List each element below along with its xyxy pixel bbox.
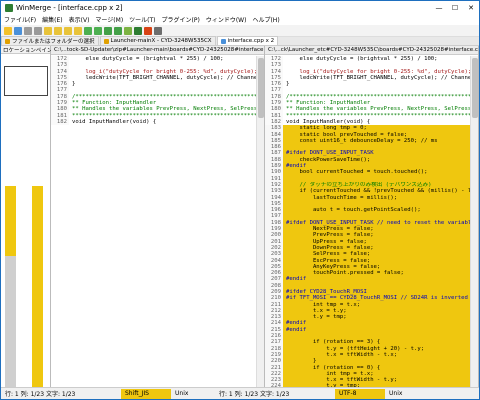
tab-interface-cpp[interactable]: interface.cpp x 2 xyxy=(216,36,279,45)
right-file-path: C:\...ck\Launcher_etc#CYD-3248W535C\boar… xyxy=(265,46,478,55)
left-eol[interactable]: Unix xyxy=(171,389,215,399)
menu-file[interactable]: ファイル(F) xyxy=(1,15,39,24)
menu-help[interactable]: ヘルプ(H) xyxy=(249,15,282,24)
right-scrollbar[interactable] xyxy=(470,56,478,387)
left-pane[interactable]: C:\...tock-SD-Updater\zip#Launcher-main\… xyxy=(51,46,265,387)
next-diff-icon[interactable] xyxy=(64,26,72,35)
prev-diff-icon[interactable] xyxy=(54,26,62,35)
menu-bar: ファイル(F) 編集(E) 表示(V) マージ(M) ツール(T) プラグイン(… xyxy=(1,14,479,25)
close-button[interactable]: ✕ xyxy=(463,1,479,14)
left-file-path: C:\...tock-SD-Updater\zip#Launcher-main\… xyxy=(51,46,264,55)
right-eol[interactable]: Unix xyxy=(385,389,429,399)
tab-launcher-main[interactable]: Launcher-mainX - CYD-3248W535CX xyxy=(99,36,216,45)
location-viewport[interactable] xyxy=(4,66,48,96)
last-diff-icon[interactable] xyxy=(74,26,82,35)
right-scroll-thumb[interactable] xyxy=(472,58,478,118)
line-number: 182 xyxy=(51,118,69,126)
refresh-icon[interactable] xyxy=(134,26,142,35)
menu-plugins[interactable]: プラグイン(P) xyxy=(159,15,203,24)
menu-merge[interactable]: マージ(M) xyxy=(92,15,126,24)
undo-icon[interactable] xyxy=(24,26,32,35)
right-cursor-position: 行: 1 列: 1/23 文字: 1/23 xyxy=(219,391,290,398)
options-icon[interactable] xyxy=(154,26,162,35)
save-icon[interactable] xyxy=(14,26,22,35)
redo-icon[interactable] xyxy=(34,26,42,35)
left-scroll-thumb[interactable] xyxy=(258,58,264,118)
right-pane[interactable]: C:\...ck\Launcher_etc#CYD-3248W535C\boar… xyxy=(265,46,479,387)
line-text: void InputHandler(void) { xyxy=(72,118,157,125)
left-cursor-position: 行: 1 列: 1/23 文字: 1/23 xyxy=(5,391,76,398)
menu-tools[interactable]: ツール(T) xyxy=(126,15,158,24)
location-pane-title: ロケーションペイン xyxy=(3,47,53,54)
folder-icon xyxy=(5,38,10,44)
tab-label: ファイルまたはフォルダーの選択 xyxy=(12,39,95,45)
winmerge-logo-icon xyxy=(5,3,13,12)
left-encoding[interactable]: Shift_JIS xyxy=(121,388,171,399)
copy-all-left-icon[interactable] xyxy=(114,26,122,35)
location-pane[interactable]: ロケーションペイン ✕ xyxy=(1,46,57,391)
copy-all-right-icon[interactable] xyxy=(104,26,112,35)
status-bar: 行: 1 列: 1/23 文字: 1/23 Shift_JIS Unix 行: … xyxy=(1,387,479,399)
left-scrollbar[interactable] xyxy=(256,56,264,387)
copy-left-icon[interactable] xyxy=(94,26,102,35)
merge-icon[interactable] xyxy=(124,26,132,35)
maximize-button[interactable]: ☐ xyxy=(447,1,463,14)
app-window: WinMerge - [interface.cpp x 2] — ☐ ✕ ファイ… xyxy=(0,0,480,400)
menu-window[interactable]: ウィンドウ(W) xyxy=(203,15,250,24)
location-diff-left xyxy=(5,186,16,256)
compare-icon[interactable] xyxy=(144,26,152,35)
tab-label: Launcher-mainX - CYD-3248W535CX xyxy=(110,38,212,44)
first-diff-icon[interactable] xyxy=(44,26,52,35)
open-folder-icon[interactable] xyxy=(4,26,12,35)
tab-label: interface.cpp x 2 xyxy=(227,38,275,44)
menu-view[interactable]: 表示(V) xyxy=(66,15,93,24)
location-pane-header: ロケーションペイン ✕ xyxy=(1,46,57,54)
menu-edit[interactable]: 編集(E) xyxy=(39,15,65,24)
location-diff-right xyxy=(32,186,43,391)
file-compare-icon xyxy=(220,38,226,44)
minimize-button[interactable]: — xyxy=(431,1,447,14)
copy-right-icon[interactable] xyxy=(84,26,92,35)
tab-select-files[interactable]: ファイルまたはフォルダーの選択 xyxy=(1,36,99,45)
tab-bar: ファイルまたはフォルダーの選択 Launcher-mainX - CYD-324… xyxy=(1,36,479,46)
code-line[interactable]: 182 void InputHandler(void) { xyxy=(51,118,256,126)
left-code-view[interactable]: 172 else dutyCycle = (brightval * 255) /… xyxy=(51,56,256,387)
right-encoding[interactable]: UTF-8 xyxy=(335,388,385,399)
right-code-view[interactable]: 172 else dutyCycle = (brightval * 255) /… xyxy=(265,56,470,387)
window-title: WinMerge - [interface.cpp x 2] xyxy=(16,3,123,12)
folder-compare-icon xyxy=(103,38,109,44)
title-bar: WinMerge - [interface.cpp x 2] — ☐ ✕ xyxy=(1,1,479,14)
location-missing-left xyxy=(5,256,16,391)
